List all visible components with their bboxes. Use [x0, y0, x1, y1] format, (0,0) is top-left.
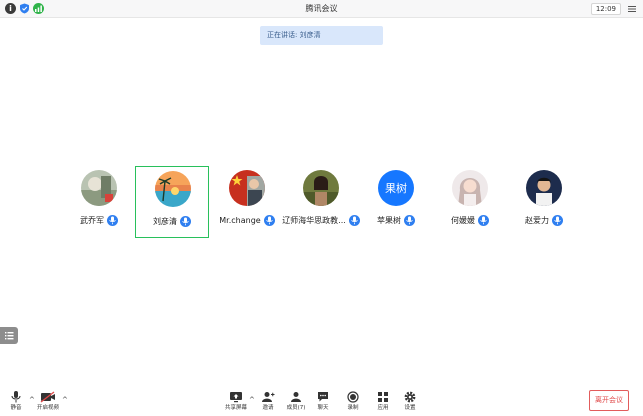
- share-label: 共享屏幕: [224, 405, 247, 411]
- microphone-icon: [404, 214, 415, 226]
- microphone-icon: [11, 390, 21, 402]
- settings-label: 设置: [404, 405, 416, 411]
- avatar: [155, 171, 191, 207]
- members-icon: [291, 391, 301, 402]
- apps-label: 应用: [377, 405, 389, 411]
- avatar: [526, 170, 562, 206]
- microphone-icon: [263, 214, 275, 226]
- microphone-icon: [107, 214, 118, 226]
- gear-icon: [404, 391, 416, 402]
- participant-tile[interactable]: 武乔军: [62, 166, 136, 238]
- participant-tile[interactable]: 果树 苹果树: [359, 166, 433, 238]
- camera-off-icon: [40, 390, 55, 403]
- participant-name: 刘彦清: [153, 216, 177, 226]
- settings-button[interactable]: 设置: [395, 389, 425, 415]
- avatar: [452, 170, 488, 206]
- title-bar: i 腾讯会议 12:09: [0, 0, 643, 18]
- participant-name: 赵爱力: [525, 215, 549, 225]
- video-label: 开启视频: [36, 405, 59, 411]
- participant-tile[interactable]: 辽师海华思政教...: [282, 166, 360, 238]
- speaking-banner: 正在讲话: 刘彦清: [260, 26, 383, 45]
- participant-name: 武乔军: [80, 215, 104, 225]
- participant-tile-active[interactable]: 刘彦清: [135, 166, 209, 238]
- invite-icon: [262, 391, 275, 402]
- participant-name: 辽师海华思政教...: [282, 215, 346, 225]
- record-label: 录制: [347, 405, 359, 411]
- chat-icon: [318, 391, 328, 401]
- chat-button[interactable]: 聊天: [308, 389, 338, 415]
- share-screen-button[interactable]: 共享屏幕: [221, 389, 251, 415]
- meeting-clock: 12:09: [590, 3, 621, 15]
- participant-tile[interactable]: 赵爱力: [507, 166, 581, 238]
- members-button[interactable]: 成员(7): [281, 389, 311, 415]
- mute-button[interactable]: 静音: [1, 389, 31, 415]
- chat-label: 聊天: [317, 405, 329, 411]
- start-video-button[interactable]: 开启视频: [33, 389, 63, 415]
- list-toggle-button[interactable]: [0, 327, 18, 344]
- avatar: [81, 170, 117, 206]
- participant-name: 何媛媛: [451, 215, 475, 225]
- invite-button[interactable]: 邀请: [253, 389, 283, 415]
- leave-meeting-button[interactable]: 离开会议: [589, 390, 629, 411]
- microphone-icon: [478, 214, 489, 226]
- participant-tile[interactable]: Mr.change: [210, 166, 284, 238]
- apps-button[interactable]: 应用: [368, 389, 398, 415]
- window-title: 腾讯会议: [305, 4, 338, 13]
- participant-tile[interactable]: 何媛媛: [433, 166, 507, 238]
- list-icon: [5, 332, 14, 340]
- avatar: 果树: [378, 170, 414, 206]
- record-icon: [347, 390, 359, 403]
- avatar: [303, 170, 339, 206]
- participant-name: 苹果树: [377, 215, 401, 225]
- mute-label: 静音: [10, 405, 22, 411]
- participant-name: Mr.change: [219, 215, 261, 225]
- microphone-icon: [180, 215, 191, 227]
- avatar-initials: 果树: [385, 182, 407, 195]
- share-screen-icon: [230, 391, 242, 402]
- record-button[interactable]: 录制: [338, 389, 368, 415]
- menu-icon[interactable]: [627, 4, 637, 14]
- apps-icon: [378, 391, 388, 402]
- microphone-icon: [552, 214, 563, 226]
- avatar: [229, 170, 265, 206]
- invite-label: 邀请: [262, 405, 274, 411]
- video-options-caret-icon[interactable]: ^: [62, 396, 68, 404]
- members-label: 成员(7): [286, 405, 306, 411]
